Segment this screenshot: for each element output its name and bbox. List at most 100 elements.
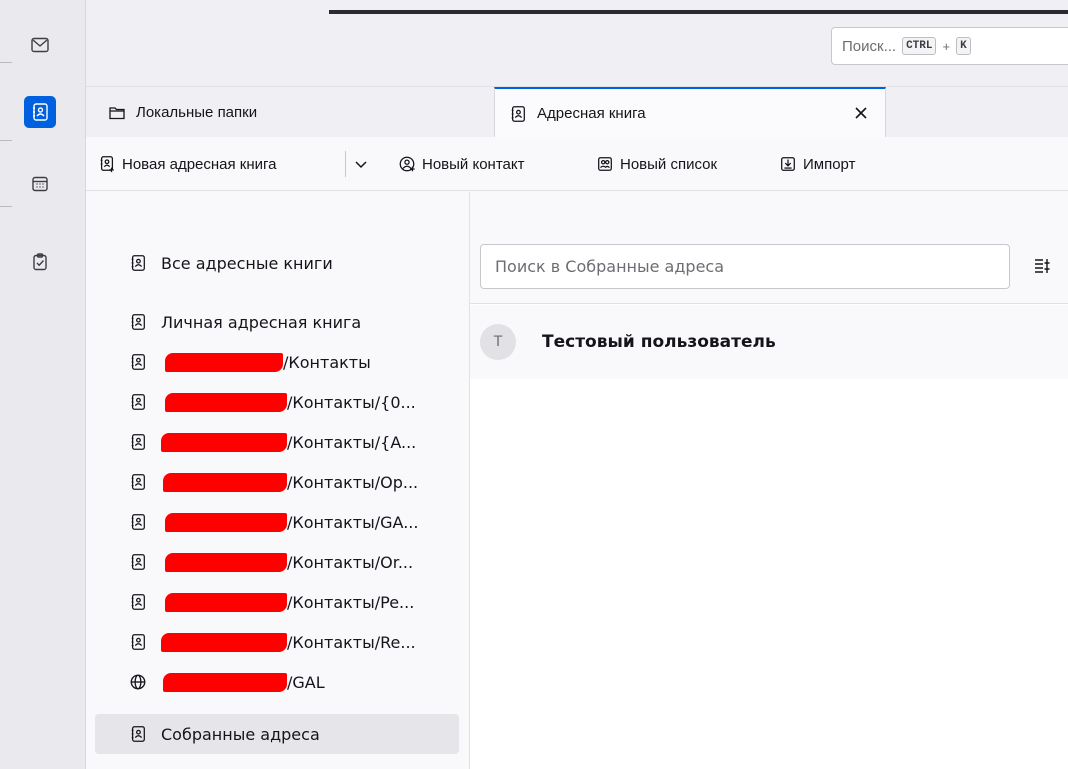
- book-item-ldap[interactable]: /GAL: [95, 662, 459, 702]
- window-edge: [329, 10, 1068, 14]
- redaction-mark: [161, 432, 287, 452]
- address-book-icon: [131, 255, 145, 271]
- tab-label: Адресная книга: [537, 105, 646, 122]
- new-address-book-dropdown[interactable]: [352, 149, 370, 179]
- address-book-icon: [131, 554, 145, 570]
- redaction-mark: [165, 392, 287, 412]
- new-contact-label: Новый контакт: [422, 155, 525, 173]
- book-item-collected[interactable]: Собранные адреса: [95, 714, 459, 754]
- redaction-mark: [163, 472, 287, 492]
- address-book-toolbar: Новая адресная книга Новый контакт Новый…: [86, 137, 1068, 191]
- folder-icon: [109, 106, 125, 119]
- address-book-space-button[interactable]: [24, 96, 56, 128]
- book-item-remote[interactable]: /Контакты/Pe...: [95, 582, 459, 622]
- tab-strip: Локальные папки Адресная книга: [86, 86, 1068, 138]
- address-book-icon: [131, 354, 145, 370]
- thunderbird-window: Поиск... CTRL + K Локальные папки Адресн…: [0, 0, 1068, 769]
- book-label-wrap: /Контакты/GA...: [161, 512, 419, 532]
- book-label: Личная адресная книга: [161, 312, 362, 332]
- address-book-icon: [131, 634, 145, 650]
- book-label-wrap: /Контакты: [161, 352, 371, 372]
- new-contact-icon: [399, 156, 415, 172]
- book-label-wrap: /Контакты/{A...: [161, 432, 417, 452]
- address-book-icon: [131, 314, 145, 330]
- book-label: Все адресные книги: [161, 253, 333, 273]
- book-label: /Контакты/Pe...: [287, 592, 415, 612]
- book-label: /Контакты: [283, 352, 371, 372]
- chevron-down-icon: [355, 161, 367, 169]
- book-item-remote[interactable]: /Контакты/Re...: [95, 622, 459, 662]
- tab-local-folders[interactable]: Локальные папки: [108, 87, 257, 138]
- avatar: T: [480, 324, 516, 360]
- globe-icon: [130, 674, 146, 690]
- book-label: /GAL: [287, 672, 325, 692]
- unified-toolbar: Поиск... CTRL + K: [86, 0, 1068, 86]
- shortcut-plus: +: [942, 38, 951, 54]
- import-icon: [781, 157, 795, 171]
- book-label: /Контакты/Or...: [287, 552, 414, 572]
- contact-row[interactable]: T Тестовый пользователь: [470, 305, 1068, 379]
- tab-address-book[interactable]: Адресная книга: [494, 87, 886, 138]
- redaction-mark: [165, 592, 287, 612]
- address-book-icon: [131, 474, 145, 490]
- import-button[interactable]: Импорт: [779, 149, 855, 179]
- shortcut-key-k: K: [956, 37, 971, 55]
- close-tab-button[interactable]: [849, 101, 873, 125]
- toolbar-separator: [345, 151, 346, 177]
- mail-space-button[interactable]: [24, 29, 56, 61]
- address-book-icon: [131, 394, 145, 410]
- book-item-remote[interactable]: /Контакты/Op...: [95, 462, 459, 502]
- book-label-wrap: /Контакты/Op...: [161, 472, 418, 492]
- new-list-icon: [598, 157, 612, 171]
- book-label: /Контакты/{A...: [287, 432, 417, 452]
- new-address-book-label: Новая адресная книга: [122, 155, 277, 173]
- book-label-wrap: /Контакты/{0...: [161, 392, 416, 412]
- spaces-toolbar: [0, 0, 86, 769]
- close-icon: [855, 107, 867, 119]
- book-label: /Контакты/Re...: [287, 632, 416, 652]
- list-view-options-button[interactable]: [1032, 256, 1052, 276]
- cards-pane: Поиск в Собранные адреса T Тестовый поль…: [470, 192, 1068, 769]
- divider: [0, 62, 12, 63]
- shortcut-key-ctrl: CTRL: [902, 37, 937, 55]
- book-label-wrap: /GAL: [161, 672, 325, 692]
- address-book-icon: [131, 594, 145, 610]
- book-label-wrap: /Контакты/Or...: [161, 552, 414, 572]
- book-item-remote[interactable]: /Контакты/{0...: [95, 382, 459, 422]
- book-item-remote[interactable]: /Контакты: [95, 342, 459, 382]
- new-address-book-icon: [100, 156, 114, 173]
- tab-label: Локальные папки: [136, 104, 258, 121]
- address-book-icon: [33, 103, 48, 121]
- redaction-mark: [163, 672, 287, 692]
- cards-search-input[interactable]: Поиск в Собранные адреса: [480, 244, 1010, 289]
- calendar-space-button[interactable]: [24, 168, 56, 200]
- redaction-mark: [165, 552, 287, 572]
- book-item-all[interactable]: Все адресные книги: [95, 243, 459, 283]
- mail-icon: [31, 37, 49, 53]
- book-item-remote[interactable]: /Контакты/GA...: [95, 502, 459, 542]
- redaction-mark: [161, 632, 287, 652]
- contact-name: Тестовый пользователь: [542, 332, 776, 352]
- calendar-icon: [32, 176, 48, 192]
- global-search-input[interactable]: Поиск... CTRL + K: [831, 27, 1068, 65]
- search-placeholder: Поиск...: [842, 37, 897, 55]
- new-contact-button[interactable]: Новый контакт: [398, 149, 524, 179]
- new-list-button[interactable]: Новый список: [596, 149, 717, 179]
- book-label-wrap: /Контакты/Re...: [161, 632, 416, 652]
- address-book-icon: [131, 434, 145, 450]
- book-item-personal[interactable]: Личная адресная книга: [95, 302, 459, 342]
- book-item-remote[interactable]: /Контакты/{A...: [95, 422, 459, 462]
- redaction-mark: [165, 352, 283, 372]
- address-book-icon: [131, 514, 145, 530]
- new-address-book-button[interactable]: Новая адресная книга: [98, 149, 277, 179]
- tasks-space-button[interactable]: [24, 246, 56, 278]
- book-label: Собранные адреса: [161, 724, 320, 744]
- book-label: /Контакты/{0...: [287, 392, 416, 412]
- cards-search-bar: Поиск в Собранные адреса: [470, 192, 1068, 304]
- book-item-remote[interactable]: /Контакты/Or...: [95, 542, 459, 582]
- cards-search-placeholder: Поиск в Собранные адреса: [495, 257, 725, 276]
- address-book-icon: [511, 105, 525, 122]
- book-label: /Контакты/GA...: [287, 512, 419, 532]
- book-label-wrap: /Контакты/Pe...: [161, 592, 415, 612]
- import-label: Импорт: [803, 155, 856, 173]
